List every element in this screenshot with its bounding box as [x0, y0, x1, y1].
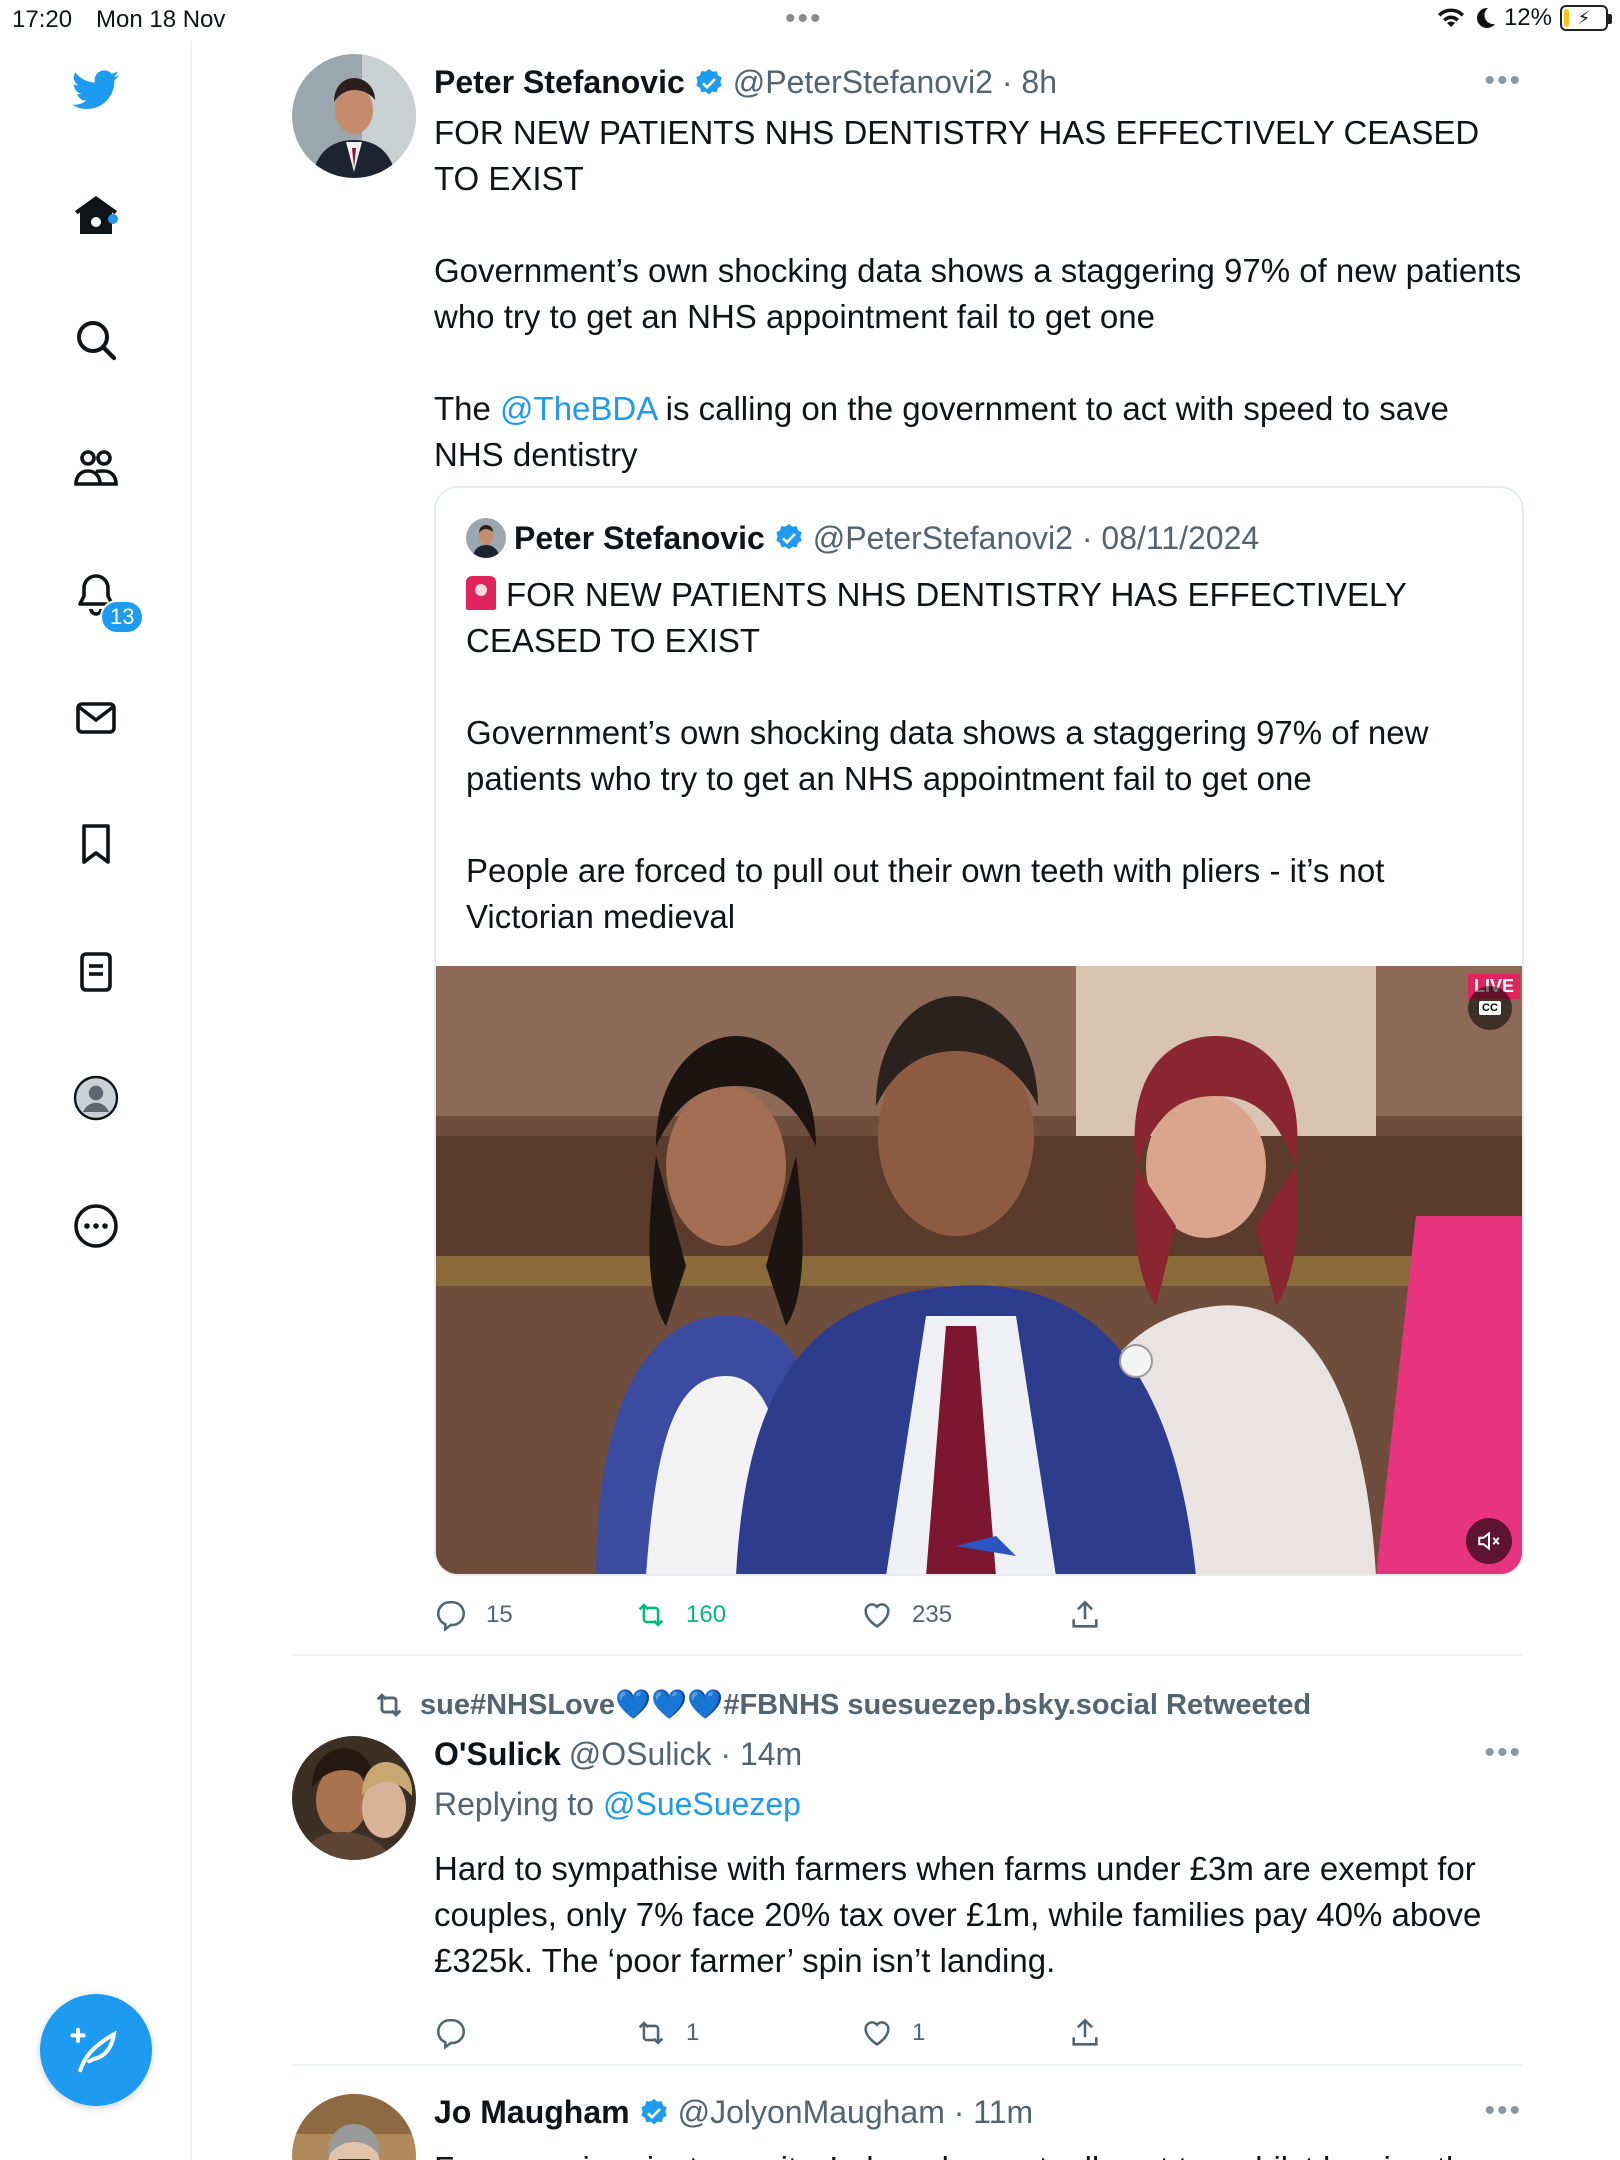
search-icon[interactable]: [68, 312, 124, 368]
status-time: 17:20: [12, 6, 73, 33]
author-avatar[interactable]: [292, 54, 416, 178]
heart-icon: [864, 1603, 890, 1628]
side-navigation: 13: [0, 40, 192, 2160]
tweet-actions: 15 160 235: [434, 1598, 1134, 1638]
verified-badge-icon: [696, 68, 722, 94]
tweet-header: O'Sulick @OSulick · 14m: [434, 1736, 802, 1773]
video-frame-image: [436, 966, 1522, 1574]
author-handle-timestamp[interactable]: @OSulick · 14m: [569, 1736, 802, 1773]
bookmark-icon[interactable]: [68, 816, 124, 872]
author-name[interactable]: Jo Maugham: [434, 2094, 630, 2131]
battery-level: [1564, 9, 1570, 27]
battery-percent: 12%: [1503, 4, 1552, 31]
communities-icon[interactable]: [68, 440, 124, 496]
closed-captions-icon: CC: [1479, 1001, 1501, 1015]
video-player[interactable]: LIVE CC: [436, 966, 1522, 1574]
unmute-button[interactable]: [1466, 1518, 1512, 1564]
more-options-icon[interactable]: [68, 1198, 124, 1254]
verified-badge-icon: [640, 2098, 667, 2124]
charging-bolt-icon: ⚡: [1577, 7, 1591, 28]
volume-muted-icon: [1478, 1531, 1500, 1551]
tweet-header: Peter Stefanovic @PeterStefanovi2 · 8h: [434, 64, 1057, 101]
retweet-icon: [638, 1603, 664, 1627]
retweet-icon: [638, 2021, 664, 2045]
retweeter-name-suffix: #FBNHS suesuezep.bsky.social Retweeted: [723, 1689, 1312, 1721]
quoted-tweet[interactable]: Peter Stefanovic @PeterStefanovi2 · 08/1…: [434, 486, 1524, 1576]
police-siren-emoji-icon: [466, 576, 496, 610]
quoted-tweet-header: Peter Stefanovic @PeterStefanovi2 · 08/1…: [466, 518, 1259, 558]
retweeter-name-prefix: sue#NHSLove: [420, 1689, 616, 1721]
status-bar: 17:20 Mon 18 Nov ••• 12% ⚡: [0, 0, 1620, 40]
moon-icon: [1476, 7, 1495, 28]
author-name[interactable]: Peter Stefanovic: [434, 64, 685, 101]
battery-icon: ⚡: [1560, 5, 1612, 31]
retweet-count: 160: [686, 1601, 727, 1628]
home-unread-dot: [108, 214, 118, 224]
retweet-small-icon: [376, 1693, 402, 1717]
retweeted-by-line[interactable]: sue#NHSLove💙💙💙#FBNHS suesuezep.bsky.soci…: [372, 1688, 1311, 1722]
replying-to-prefix: Replying to: [434, 1786, 603, 1822]
reply-icon: [436, 2018, 465, 2050]
tweet-text: For some in private equity, Labour has a…: [434, 2146, 1524, 2160]
replying-to-line: Replying to @SueSuezep: [434, 1786, 801, 1823]
twitter-logo-icon[interactable]: [68, 62, 124, 118]
tweet-actions: 1 1: [434, 2016, 1134, 2056]
tweet-more-icon[interactable]: •••: [1484, 64, 1522, 98]
quoted-author-avatar: [466, 518, 506, 558]
compose-tweet-button[interactable]: [40, 1994, 152, 2106]
profile-avatar-icon[interactable]: [68, 1070, 124, 1126]
tweet-divider: [292, 1654, 1522, 1656]
share-icon: [1072, 2018, 1098, 2046]
quoted-author-handle-date: @PeterStefanovi2 · 08/11/2024: [812, 519, 1260, 556]
status-date: Mon 18 Nov: [96, 6, 226, 33]
like-count: 1: [912, 2019, 926, 2046]
tweet-text: FOR NEW PATIENTS NHS DENTISTRY HAS EFFEC…: [434, 110, 1524, 478]
author-avatar[interactable]: [292, 1736, 416, 1860]
wifi-icon: [1437, 8, 1464, 27]
quoted-tweet-text: FOR NEW PATIENTS NHS DENTISTRY HAS EFFEC…: [466, 572, 1496, 940]
share-button[interactable]: [1068, 2016, 1102, 2050]
multitasking-dots-icon[interactable]: •••: [785, 2, 823, 36]
like-button[interactable]: 235: [860, 1598, 952, 1632]
tweet-divider: [292, 2064, 1522, 2066]
share-icon: [1072, 1600, 1098, 1628]
retweet-count: 1: [686, 2019, 700, 2046]
tweet-header: Jo Maugham @JolyonMaugham · 11m: [434, 2094, 1033, 2131]
reply-button[interactable]: 15: [434, 1598, 513, 1632]
author-name[interactable]: O'Sulick: [434, 1736, 561, 1773]
compose-feather-icon: [70, 2027, 117, 2073]
tweet-more-icon[interactable]: •••: [1484, 2094, 1522, 2128]
author-handle-timestamp[interactable]: @JolyonMaugham · 11m: [678, 2094, 1034, 2131]
notifications-count-badge: 13: [100, 600, 145, 634]
reply-count: 15: [486, 1601, 513, 1628]
status-indicators: 12% ⚡: [1436, 4, 1612, 32]
like-count: 235: [912, 1601, 953, 1628]
quoted-author-name: Peter Stefanovic: [514, 519, 765, 556]
retweet-button[interactable]: 160: [634, 1598, 726, 1632]
blue-hearts-emoji: 💙💙💙: [615, 1689, 724, 1721]
like-button[interactable]: 1: [860, 2016, 925, 2050]
quoted-tweet-body: FOR NEW PATIENTS NHS DENTISTRY HAS EFFEC…: [466, 576, 1429, 935]
author-handle-timestamp[interactable]: @PeterStefanovi2 · 8h: [733, 64, 1057, 101]
retweet-button[interactable]: 1: [634, 2016, 699, 2050]
replying-to-mention[interactable]: @SueSuezep: [603, 1786, 801, 1822]
retweeter-name[interactable]: sue#NHSLove💙💙💙#FBNHS suesuezep.bsky.soci…: [420, 1688, 1311, 1722]
closed-captions-button[interactable]: CC: [1468, 986, 1512, 1030]
author-avatar[interactable]: [292, 2094, 416, 2160]
tweet-text-part-1: FOR NEW PATIENTS NHS DENTISTRY HAS EFFEC…: [434, 114, 1522, 427]
mention-link[interactable]: @TheBDA: [500, 390, 656, 427]
quoted-verified-badge-icon: [776, 524, 802, 550]
messages-mail-icon[interactable]: [68, 690, 124, 746]
heart-icon: [864, 2021, 890, 2046]
lists-icon[interactable]: [68, 944, 124, 1000]
reply-icon: [436, 1600, 465, 1632]
share-button[interactable]: [1068, 1598, 1102, 1632]
tweet-text: Hard to sympathise with farmers when far…: [434, 1850, 1482, 1979]
tweet-more-icon[interactable]: •••: [1484, 1736, 1522, 1770]
reply-button[interactable]: [434, 2016, 486, 2050]
